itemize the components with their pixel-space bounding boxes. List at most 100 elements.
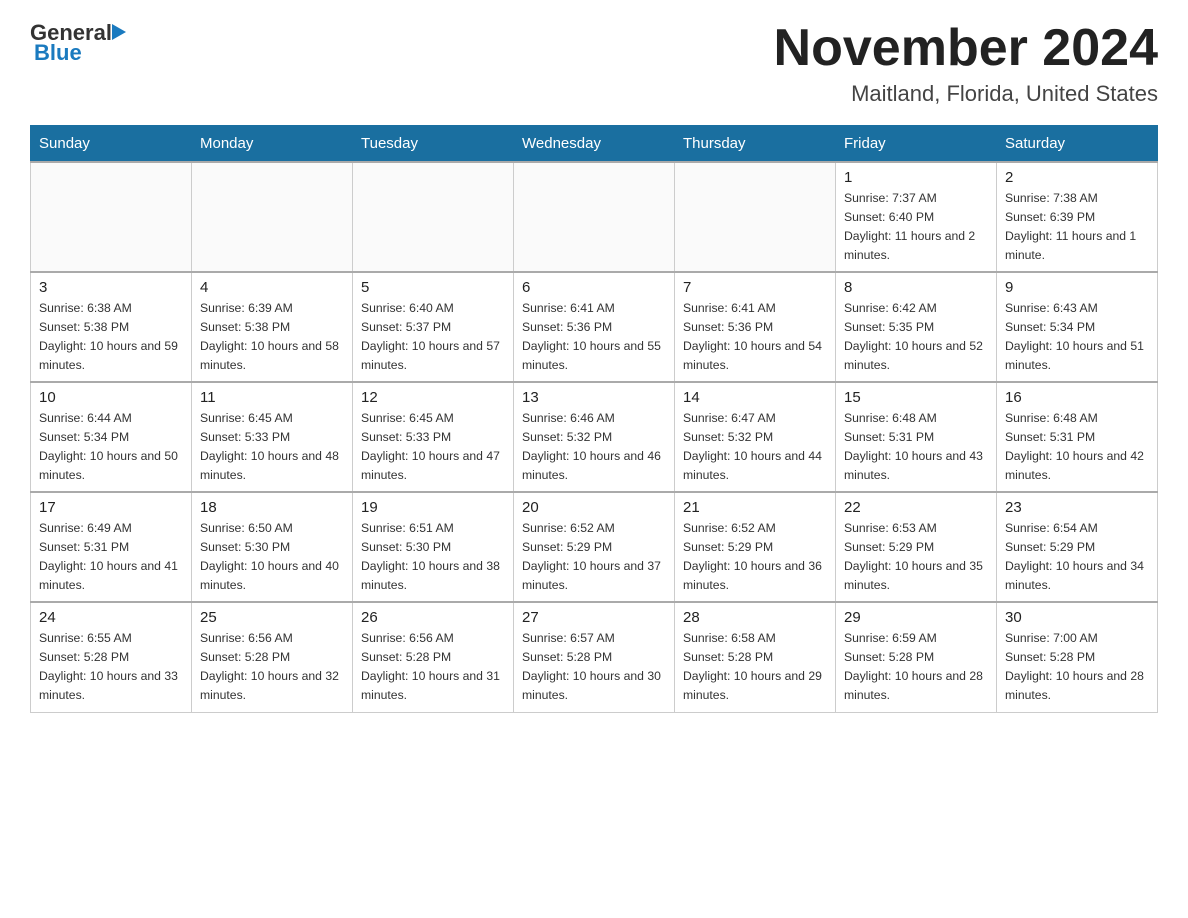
- weekday-header-row: SundayMondayTuesdayWednesdayThursdayFrid…: [31, 126, 1158, 163]
- weekday-header-thursday: Thursday: [675, 126, 836, 163]
- calendar-cell: 1Sunrise: 7:37 AMSunset: 6:40 PMDaylight…: [836, 162, 997, 272]
- day-info: Sunrise: 6:55 AMSunset: 5:28 PMDaylight:…: [39, 629, 183, 705]
- calendar-cell: 6 Sunrise: 6:41 AMSunset: 5:36 PMDaylight…: [514, 272, 675, 382]
- location-subtitle: Maitland, Florida, United States: [774, 81, 1158, 107]
- day-number: 2: [1005, 169, 1149, 186]
- day-info: Sunrise: 7:00 AMSunset: 5:28 PMDaylight:…: [1005, 629, 1149, 705]
- day-info: Sunrise: 6:52 AMSunset: 5:29 PMDaylight:…: [683, 519, 827, 595]
- calendar-cell: 10 Sunrise: 6:44 AMSunset: 5:34 PMDayligh…: [31, 382, 192, 492]
- weekday-header-tuesday: Tuesday: [353, 126, 514, 163]
- day-info: Sunrise: 6:38 AMSunset: 5:38 PMDaylight:…: [39, 299, 183, 375]
- calendar-cell: 18 Sunrise: 6:50 AMSunset: 5:30 PMDayligh…: [192, 492, 353, 602]
- calendar-cell: 16 Sunrise: 6:48 AMSunset: 5:31 PMDayligh…: [997, 382, 1158, 492]
- calendar-cell: 7 Sunrise: 6:41 AMSunset: 5:36 PMDaylight…: [675, 272, 836, 382]
- week-row-4: 17Sunrise: 6:49 AMSunset: 5:31 PMDayligh…: [31, 492, 1158, 602]
- day-number: 15: [844, 389, 988, 406]
- day-info: Sunrise: 7:38 AMSunset: 6:39 PMDaylight:…: [1005, 189, 1149, 265]
- title-area: November 2024 Maitland, Florida, United …: [774, 20, 1158, 107]
- calendar-cell: 12Sunrise: 6:45 AMSunset: 5:33 PMDayligh…: [353, 382, 514, 492]
- logo-arrow-icon: [112, 24, 126, 40]
- day-number: 30: [1005, 609, 1149, 626]
- weekday-header-wednesday: Wednesday: [514, 126, 675, 163]
- weekday-header-friday: Friday: [836, 126, 997, 163]
- day-info: Sunrise: 6:41 AMSunset: 5:36 PMDaylight:…: [683, 299, 827, 375]
- calendar-cell: 4Sunrise: 6:39 AMSunset: 5:38 PMDaylight…: [192, 272, 353, 382]
- calendar-cell: 29 Sunrise: 6:59 AMSunset: 5:28 PMDayligh…: [836, 602, 997, 712]
- day-info: Sunrise: 6:50 AMSunset: 5:30 PMDaylight:…: [200, 519, 344, 595]
- calendar-cell: 15 Sunrise: 6:48 AMSunset: 5:31 PMDayligh…: [836, 382, 997, 492]
- week-row-2: 3 Sunrise: 6:38 AMSunset: 5:38 PMDaylight…: [31, 272, 1158, 382]
- day-number: 11: [200, 389, 344, 406]
- calendar-cell: 19 Sunrise: 6:51 AMSunset: 5:30 PMDayligh…: [353, 492, 514, 602]
- day-number: 13: [522, 389, 666, 406]
- day-number: 25: [200, 609, 344, 626]
- month-title: November 2024: [774, 20, 1158, 77]
- day-number: 28: [683, 609, 827, 626]
- calendar-cell: 13Sunrise: 6:46 AMSunset: 5:32 PMDayligh…: [514, 382, 675, 492]
- day-number: 12: [361, 389, 505, 406]
- calendar-cell: 3 Sunrise: 6:38 AMSunset: 5:38 PMDaylight…: [31, 272, 192, 382]
- day-info: Sunrise: 6:48 AMSunset: 5:31 PMDaylight:…: [844, 409, 988, 485]
- day-info: Sunrise: 6:42 AMSunset: 5:35 PMDaylight:…: [844, 299, 988, 375]
- day-number: 20: [522, 499, 666, 516]
- calendar-cell: 21Sunrise: 6:52 AMSunset: 5:29 PMDayligh…: [675, 492, 836, 602]
- day-number: 22: [844, 499, 988, 516]
- calendar-cell: [192, 162, 353, 272]
- calendar-cell: 23Sunrise: 6:54 AMSunset: 5:29 PMDayligh…: [997, 492, 1158, 602]
- day-info: Sunrise: 6:54 AMSunset: 5:29 PMDaylight:…: [1005, 519, 1149, 595]
- day-info: Sunrise: 6:57 AMSunset: 5:28 PMDaylight:…: [522, 629, 666, 705]
- calendar-cell: 17Sunrise: 6:49 AMSunset: 5:31 PMDayligh…: [31, 492, 192, 602]
- calendar-cell: 26 Sunrise: 6:56 AMSunset: 5:28 PMDayligh…: [353, 602, 514, 712]
- day-number: 5: [361, 279, 505, 296]
- day-info: Sunrise: 6:43 AMSunset: 5:34 PMDaylight:…: [1005, 299, 1149, 375]
- day-info: Sunrise: 6:40 AMSunset: 5:37 PMDaylight:…: [361, 299, 505, 375]
- calendar-cell: [31, 162, 192, 272]
- calendar-cell: 24Sunrise: 6:55 AMSunset: 5:28 PMDayligh…: [31, 602, 192, 712]
- day-number: 18: [200, 499, 344, 516]
- day-number: 26: [361, 609, 505, 626]
- calendar-cell: 20 Sunrise: 6:52 AMSunset: 5:29 PMDayligh…: [514, 492, 675, 602]
- day-info: Sunrise: 6:56 AMSunset: 5:28 PMDaylight:…: [200, 629, 344, 705]
- day-info: Sunrise: 6:44 AMSunset: 5:34 PMDaylight:…: [39, 409, 183, 485]
- day-info: Sunrise: 6:53 AMSunset: 5:29 PMDaylight:…: [844, 519, 988, 595]
- day-number: 29: [844, 609, 988, 626]
- logo: General Blue: [30, 20, 126, 66]
- day-info: Sunrise: 6:56 AMSunset: 5:28 PMDaylight:…: [361, 629, 505, 705]
- day-number: 27: [522, 609, 666, 626]
- day-info: Sunrise: 6:48 AMSunset: 5:31 PMDaylight:…: [1005, 409, 1149, 485]
- day-number: 4: [200, 279, 344, 296]
- calendar-cell: 9 Sunrise: 6:43 AMSunset: 5:34 PMDaylight…: [997, 272, 1158, 382]
- calendar-cell: 14Sunrise: 6:47 AMSunset: 5:32 PMDayligh…: [675, 382, 836, 492]
- weekday-header-monday: Monday: [192, 126, 353, 163]
- day-info: Sunrise: 6:49 AMSunset: 5:31 PMDaylight:…: [39, 519, 183, 595]
- logo-blue-text: Blue: [34, 40, 82, 65]
- calendar-cell: 25 Sunrise: 6:56 AMSunset: 5:28 PMDayligh…: [192, 602, 353, 712]
- day-number: 8: [844, 279, 988, 296]
- day-info: Sunrise: 6:41 AMSunset: 5:36 PMDaylight:…: [522, 299, 666, 375]
- week-row-3: 10 Sunrise: 6:44 AMSunset: 5:34 PMDayligh…: [31, 382, 1158, 492]
- day-number: 7: [683, 279, 827, 296]
- day-number: 19: [361, 499, 505, 516]
- calendar-cell: [675, 162, 836, 272]
- day-number: 9: [1005, 279, 1149, 296]
- weekday-header-saturday: Saturday: [997, 126, 1158, 163]
- calendar-cell: 8 Sunrise: 6:42 AMSunset: 5:35 PMDaylight…: [836, 272, 997, 382]
- day-number: 10: [39, 389, 183, 406]
- day-info: Sunrise: 6:59 AMSunset: 5:28 PMDaylight:…: [844, 629, 988, 705]
- calendar-cell: 2 Sunrise: 7:38 AMSunset: 6:39 PMDaylight…: [997, 162, 1158, 272]
- week-row-5: 24Sunrise: 6:55 AMSunset: 5:28 PMDayligh…: [31, 602, 1158, 712]
- calendar-cell: 30 Sunrise: 7:00 AMSunset: 5:28 PMDayligh…: [997, 602, 1158, 712]
- weekday-header-sunday: Sunday: [31, 126, 192, 163]
- calendar-cell: [514, 162, 675, 272]
- day-info: Sunrise: 6:45 AMSunset: 5:33 PMDaylight:…: [200, 409, 344, 485]
- day-number: 16: [1005, 389, 1149, 406]
- calendar-cell: [353, 162, 514, 272]
- day-info: Sunrise: 6:52 AMSunset: 5:29 PMDaylight:…: [522, 519, 666, 595]
- day-info: Sunrise: 6:51 AMSunset: 5:30 PMDaylight:…: [361, 519, 505, 595]
- day-number: 14: [683, 389, 827, 406]
- day-info: Sunrise: 7:37 AMSunset: 6:40 PMDaylight:…: [844, 189, 988, 265]
- week-row-1: 1Sunrise: 7:37 AMSunset: 6:40 PMDaylight…: [31, 162, 1158, 272]
- day-number: 3: [39, 279, 183, 296]
- day-number: 6: [522, 279, 666, 296]
- day-info: Sunrise: 6:58 AMSunset: 5:28 PMDaylight:…: [683, 629, 827, 705]
